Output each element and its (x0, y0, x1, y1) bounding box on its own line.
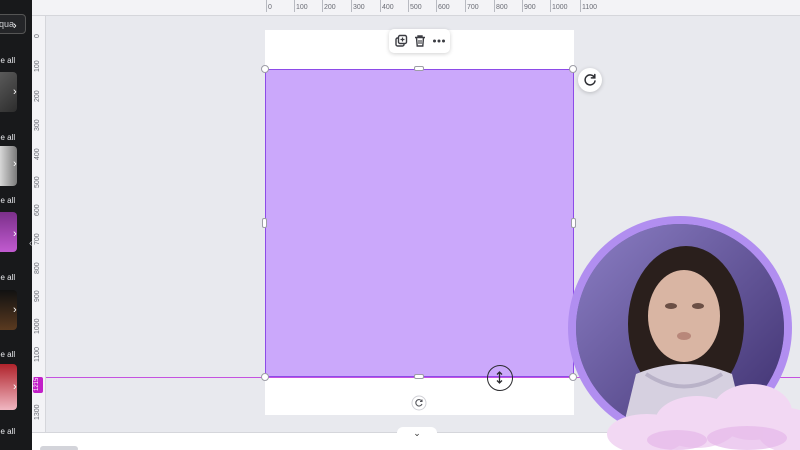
chevron-right-icon[interactable]: › (13, 86, 23, 98)
rotate-icon[interactable] (411, 395, 427, 411)
resize-handle-bottom[interactable] (414, 374, 424, 379)
search-input-text: qua (0, 19, 15, 29)
ruler-tick: 500 (34, 176, 41, 188)
chevron-right-icon[interactable]: › (13, 381, 23, 393)
scrollbar-thumb[interactable] (40, 446, 78, 450)
resize-handle-bottom-right[interactable] (569, 373, 577, 381)
ruler-tick: 1100 (34, 346, 41, 362)
chevron-down-icon[interactable]: ⌄ (397, 427, 437, 439)
duplicate-icon[interactable] (393, 33, 409, 49)
see-all-link[interactable]: ee all (0, 56, 15, 65)
ruler-tick: 700 (34, 233, 41, 245)
ruler-tick: 300 (351, 0, 365, 12)
see-all-link[interactable]: ee all (0, 350, 15, 359)
resize-vertical-icon (487, 365, 513, 391)
ruler-marker-label: 1215 (34, 377, 40, 391)
ruler-tick: 1300 (34, 404, 41, 420)
ruler-tick: 0 (34, 34, 41, 38)
resize-handle-top[interactable] (414, 66, 424, 71)
cloud-decoration (607, 382, 800, 450)
ruler-tick: 900 (522, 0, 536, 12)
ruler-tick: 1000 (34, 318, 41, 334)
resize-handle-right[interactable] (571, 218, 576, 228)
resize-handle-top-right[interactable] (569, 65, 577, 73)
ruler-top[interactable]: 0 100 200 300 400 500 600 700 800 900 10… (32, 0, 800, 16)
ruler-tick: 800 (34, 262, 41, 274)
ruler-tick: 100 (294, 0, 308, 12)
ruler-tick: 600 (34, 204, 41, 216)
ruler-tick: 700 (465, 0, 479, 12)
see-all-link[interactable]: ee all (0, 133, 15, 142)
see-all-link[interactable]: ee all (0, 273, 15, 282)
resize-handle-top-left[interactable] (261, 65, 269, 73)
trash-icon[interactable] (412, 33, 428, 49)
ruler-tick: 400 (34, 148, 41, 160)
element-toolbar (389, 29, 450, 53)
see-all-link[interactable]: ee all (0, 196, 15, 205)
ruler-tick: 400 (380, 0, 394, 12)
resize-handle-bottom-left[interactable] (261, 373, 269, 381)
resize-handle-left[interactable] (262, 218, 267, 228)
ruler-tick: 900 (34, 290, 41, 302)
ruler-tick: 300 (34, 119, 41, 131)
chevron-right-icon[interactable]: › (13, 304, 23, 316)
rotate-icon[interactable] (578, 68, 602, 92)
ruler-tick: 1000 (550, 0, 568, 12)
chevron-right-icon[interactable]: › (13, 20, 23, 32)
ruler-tick: 500 (408, 0, 422, 12)
chevron-right-icon[interactable]: › (13, 228, 23, 240)
ruler-tick: 200 (34, 90, 41, 102)
ruler-tick: 0 (266, 0, 272, 12)
ruler-tick: 200 (322, 0, 336, 12)
ruler-tick: 100 (34, 60, 41, 72)
more-icon[interactable] (431, 33, 447, 49)
ruler-tick: 1100 (579, 0, 598, 12)
ruler-tick: 600 (436, 0, 450, 12)
chevron-right-icon[interactable]: › (13, 158, 23, 170)
ruler-tick: 800 (494, 0, 508, 12)
ruler-position-marker: 1215 (33, 377, 43, 393)
see-all-link[interactable]: ee all (0, 427, 15, 436)
selected-rectangle-element[interactable] (265, 69, 574, 377)
